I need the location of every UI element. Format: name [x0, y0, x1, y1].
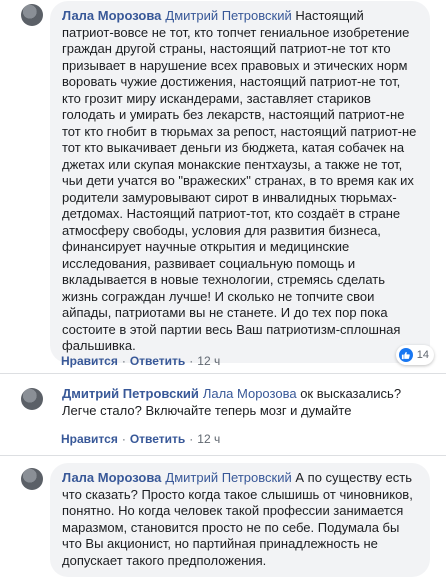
timestamp[interactable]: 12 ч: [197, 432, 220, 446]
comment-bubble: Лала Морозова Дмитрий Петровский А по сущ…: [50, 463, 430, 577]
comment-author[interactable]: Лала Морозова: [62, 8, 161, 23]
comment-text-block: Дмитрий Петровский Лала Морозова ок выска…: [62, 386, 423, 419]
reaction-count[interactable]: 14: [395, 345, 434, 365]
divider: [0, 373, 446, 374]
comment-actions: Нравится · Ответить · 12 ч: [61, 354, 221, 368]
comment-actions: Нравится · Ответить · 12 ч: [61, 432, 221, 446]
timestamp[interactable]: 12 ч: [197, 354, 220, 368]
avatar[interactable]: [21, 4, 43, 26]
comment-bubble: Дмитрий Петровский Лала Морозова ок выска…: [50, 382, 435, 427]
comment-mention[interactable]: Дмитрий Петровский: [165, 470, 291, 485]
comment-body: Настоящий патриот-вовсе не тот, кто топч…: [62, 8, 417, 353]
thumbs-up-icon: [398, 348, 413, 362]
avatar[interactable]: [21, 388, 43, 410]
comment-author[interactable]: Дмитрий Петровский: [62, 386, 199, 401]
divider: [0, 455, 446, 456]
comment-mention[interactable]: Лала Морозова: [203, 386, 297, 401]
comment-author[interactable]: Лала Морозова: [62, 470, 161, 485]
comment-bubble: Лала Морозова Дмитрий Петровский Настоящи…: [50, 1, 430, 363]
comment-text-block: Лала Морозова Дмитрий Петровский Настоящи…: [62, 8, 418, 355]
reply-link[interactable]: Ответить: [130, 354, 185, 368]
reaction-number: 14: [416, 349, 429, 361]
like-link[interactable]: Нравится: [61, 354, 118, 368]
comment-text-block: Лала Морозова Дмитрий Петровский А по сущ…: [62, 470, 418, 569]
comment-mention[interactable]: Дмитрий Петровский: [165, 8, 291, 23]
avatar[interactable]: [21, 468, 43, 490]
reply-link[interactable]: Ответить: [130, 432, 185, 446]
like-link[interactable]: Нравится: [61, 432, 118, 446]
